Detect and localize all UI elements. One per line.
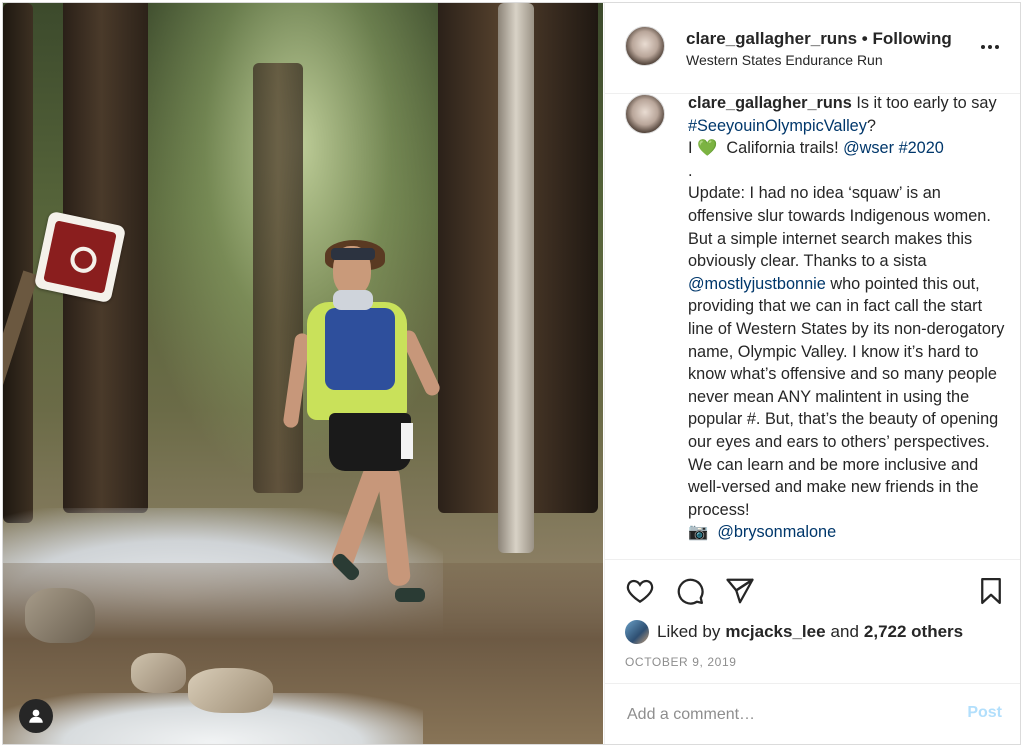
- rock: [131, 653, 186, 693]
- trail-sign: [33, 210, 127, 304]
- camera-emoji: 📷: [688, 523, 709, 542]
- post-container: clare_gallagher_runs • Following Western…: [2, 2, 1021, 745]
- post-photo[interactable]: [3, 3, 603, 744]
- mention-link[interactable]: @mostlyjustbonnie: [688, 275, 826, 293]
- hashtag-link[interactable]: #SeeyouinOlympicValley: [688, 117, 867, 135]
- liker-username[interactable]: mcjacks_lee: [725, 622, 825, 642]
- likes-middle: and: [830, 622, 859, 641]
- author-avatar[interactable]: [625, 26, 665, 66]
- separator-dot: •: [861, 29, 868, 48]
- mention-link[interactable]: @wser: [843, 139, 894, 157]
- comments-area: clare_gallagher_runs Is it too early to …: [605, 94, 1020, 559]
- more-horizontal-icon[interactable]: [978, 37, 1002, 57]
- heart-icon[interactable]: [625, 576, 655, 606]
- caption-text: Is it too early to say: [851, 94, 1002, 112]
- hashtag-link[interactable]: #2020: [899, 139, 944, 157]
- tagged-users-icon[interactable]: [19, 699, 53, 733]
- likes-count[interactable]: 2,722 others: [864, 622, 963, 642]
- caption-username[interactable]: clare_gallagher_runs: [688, 94, 852, 112]
- post-actions: Liked by mcjacks_lee and 2,722 others OC…: [605, 559, 1020, 744]
- comment-composer: Post: [605, 683, 1020, 744]
- runner-figure: [273, 238, 453, 628]
- mention-link[interactable]: @brysonmalone: [717, 523, 836, 541]
- share-icon[interactable]: [725, 576, 755, 606]
- likes-prefix: Liked by: [657, 622, 721, 641]
- tree-trunk: [3, 3, 33, 523]
- birch-trunk: [498, 3, 534, 553]
- post-caption: clare_gallagher_runs Is it too early to …: [688, 94, 1008, 544]
- post-location[interactable]: Western States Endurance Run: [686, 52, 883, 68]
- rock: [25, 588, 95, 643]
- author-line: clare_gallagher_runs • Following: [686, 29, 952, 49]
- comment-input[interactable]: [625, 702, 939, 728]
- comment-icon[interactable]: [675, 576, 705, 606]
- caption-text: who pointed this out, providing that we …: [688, 274, 1005, 519]
- rock: [188, 668, 273, 713]
- author-username[interactable]: clare_gallagher_runs: [686, 29, 857, 48]
- post-header: clare_gallagher_runs • Following Western…: [605, 3, 1020, 94]
- post-sidebar: clare_gallagher_runs • Following Western…: [604, 3, 1020, 744]
- caption-text: California trails!: [717, 139, 844, 158]
- caption-text: . Update: I had no idea ‘squaw’ is an of…: [688, 161, 991, 271]
- caption-author-avatar[interactable]: [625, 94, 665, 134]
- post-date[interactable]: OCTOBER 9, 2019: [625, 655, 737, 669]
- post-comment-button[interactable]: Post: [967, 704, 1002, 722]
- liker-avatar[interactable]: [625, 620, 649, 644]
- bookmark-icon[interactable]: [976, 576, 1006, 606]
- caption-text: [708, 523, 717, 541]
- following-button[interactable]: Following: [872, 29, 951, 48]
- green-heart-emoji: 💚: [697, 139, 718, 158]
- likes-summary: Liked by mcjacks_lee and 2,722 others: [625, 618, 963, 646]
